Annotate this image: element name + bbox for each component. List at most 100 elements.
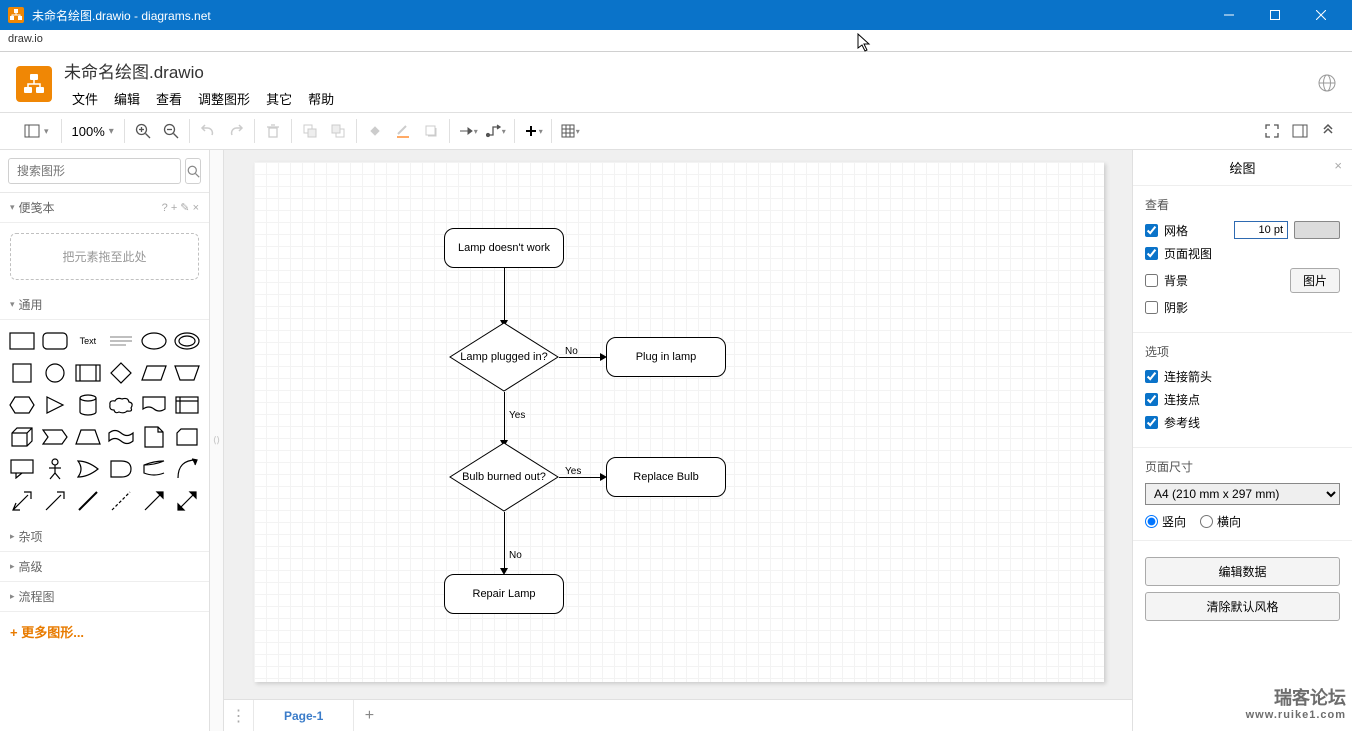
shape-trapezoid[interactable] (74, 424, 101, 450)
close-button[interactable] (1298, 0, 1344, 30)
shape-or[interactable] (74, 456, 101, 482)
shape-cylinder[interactable] (74, 392, 101, 418)
shape-step[interactable] (41, 424, 68, 450)
clear-style-button[interactable]: 清除默认风格 (1145, 592, 1340, 621)
search-icon[interactable] (185, 158, 201, 184)
shape-rectangle[interactable] (8, 328, 35, 354)
add-page-button[interactable]: + (354, 707, 384, 725)
shape-link[interactable] (74, 488, 101, 514)
shape-data-store[interactable] (141, 456, 168, 482)
node-start[interactable]: Lamp doesn't work (444, 228, 564, 268)
zoom-out-button[interactable] (157, 117, 185, 145)
shape-cube[interactable] (8, 424, 35, 450)
conn-arrows-checkbox[interactable] (1145, 370, 1158, 383)
shape-line-arrow[interactable] (141, 488, 168, 514)
grid-size-input[interactable] (1234, 221, 1288, 239)
shape-process[interactable] (74, 360, 101, 386)
format-panel-button[interactable] (1286, 117, 1314, 145)
background-image-button[interactable]: 图片 (1290, 268, 1340, 293)
to-front-button[interactable] (296, 117, 324, 145)
shape-hexagon[interactable] (8, 392, 35, 418)
shape-actor[interactable] (41, 456, 68, 482)
shape-double-ellipse[interactable] (174, 328, 201, 354)
node-decision-bulb[interactable]: Bulb burned out? (449, 442, 559, 512)
shape-triangle2[interactable] (174, 360, 201, 386)
section-flowchart[interactable]: ▸流程图 (0, 582, 209, 612)
grid-checkbox[interactable] (1145, 224, 1158, 237)
language-icon[interactable] (1318, 74, 1336, 95)
grid-color-swatch[interactable] (1294, 221, 1340, 239)
delete-button[interactable] (259, 117, 287, 145)
shape-curve[interactable] (174, 456, 201, 482)
canvas[interactable]: Lamp doesn't work Lamp plugged in? No Pl… (224, 150, 1132, 699)
minimize-button[interactable] (1206, 0, 1252, 30)
page-size-select[interactable]: A4 (210 mm x 297 mm) (1145, 483, 1340, 505)
edge[interactable] (504, 512, 505, 570)
shadow-checkbox[interactable] (1145, 301, 1158, 314)
edge[interactable] (559, 357, 602, 358)
line-color-button[interactable] (389, 117, 417, 145)
menu-edit[interactable]: 编辑 (106, 87, 148, 110)
shape-card[interactable] (174, 424, 201, 450)
to-back-button[interactable] (324, 117, 352, 145)
guides-checkbox[interactable] (1145, 416, 1158, 429)
shape-ellipse[interactable] (141, 328, 168, 354)
shape-diamond[interactable] (107, 360, 134, 386)
fullscreen-button[interactable] (1258, 117, 1286, 145)
collapse-sidebar-handle[interactable]: ⟨⟩ (210, 150, 224, 731)
edit-data-button[interactable]: 编辑数据 (1145, 557, 1340, 586)
sidebar-toggle-button[interactable] (18, 117, 46, 145)
page-tab-1[interactable]: Page-1 (254, 700, 354, 731)
search-shapes-input[interactable] (8, 158, 181, 184)
shape-document[interactable] (141, 392, 168, 418)
scratchpad-actions[interactable]: ? + ✎ × (162, 201, 199, 214)
section-general[interactable]: ▾通用 (0, 290, 209, 320)
shape-parallelogram[interactable] (141, 360, 168, 386)
shape-arrow[interactable] (41, 488, 68, 514)
menu-extras[interactable]: 其它 (258, 87, 300, 110)
shape-triangle[interactable] (41, 392, 68, 418)
shape-line-bidir[interactable] (174, 488, 201, 514)
connection-style-button[interactable]: ▾ (454, 117, 482, 145)
portrait-radio[interactable] (1145, 515, 1158, 528)
pages-menu-button[interactable]: ⋮ (224, 700, 254, 731)
shape-note[interactable] (141, 424, 168, 450)
maximize-button[interactable] (1252, 0, 1298, 30)
menu-file[interactable]: 文件 (64, 87, 106, 110)
shape-internal-storage[interactable] (174, 392, 201, 418)
zoom-level[interactable]: 100%▾ (66, 124, 120, 139)
menu-view[interactable]: 查看 (148, 87, 190, 110)
section-misc[interactable]: ▸杂项 (0, 522, 209, 552)
shape-textbox[interactable] (107, 328, 134, 354)
shape-dashed[interactable] (107, 488, 134, 514)
redo-button[interactable] (222, 117, 250, 145)
edge[interactable] (504, 392, 505, 442)
collapse-toolbar-button[interactable] (1314, 117, 1342, 145)
shadow-button[interactable] (417, 117, 445, 145)
edge[interactable] (504, 268, 505, 322)
section-advanced[interactable]: ▸高级 (0, 552, 209, 582)
node-repair[interactable]: Repair Lamp (444, 574, 564, 614)
table-button[interactable]: ▾ (556, 117, 584, 145)
shape-square[interactable] (8, 360, 35, 386)
shape-rounded-rect[interactable] (41, 328, 68, 354)
insert-button[interactable]: ▾ (519, 117, 547, 145)
undo-button[interactable] (194, 117, 222, 145)
menu-arrange[interactable]: 调整图形 (190, 87, 258, 110)
node-plug-in[interactable]: Plug in lamp (606, 337, 726, 377)
shape-callout[interactable] (8, 456, 35, 482)
scratchpad-header[interactable]: ▾便笺本 ? + ✎ × (0, 193, 209, 223)
waypoint-style-button[interactable]: ▾ (482, 117, 510, 145)
pageview-checkbox[interactable] (1145, 247, 1158, 260)
close-format-panel-icon[interactable]: × (1334, 158, 1342, 173)
node-decision-plugged[interactable]: Lamp plugged in? (449, 322, 559, 392)
background-checkbox[interactable] (1145, 274, 1158, 287)
shape-tape[interactable] (107, 424, 134, 450)
document-name[interactable]: 未命名绘图.drawio (64, 58, 1318, 83)
shape-and[interactable] (107, 456, 134, 482)
menu-help[interactable]: 帮助 (300, 87, 342, 110)
edge[interactable] (559, 477, 602, 478)
node-replace-bulb[interactable]: Replace Bulb (606, 457, 726, 497)
more-shapes-button[interactable]: + 更多图形... (0, 612, 209, 651)
shape-cloud[interactable] (107, 392, 134, 418)
